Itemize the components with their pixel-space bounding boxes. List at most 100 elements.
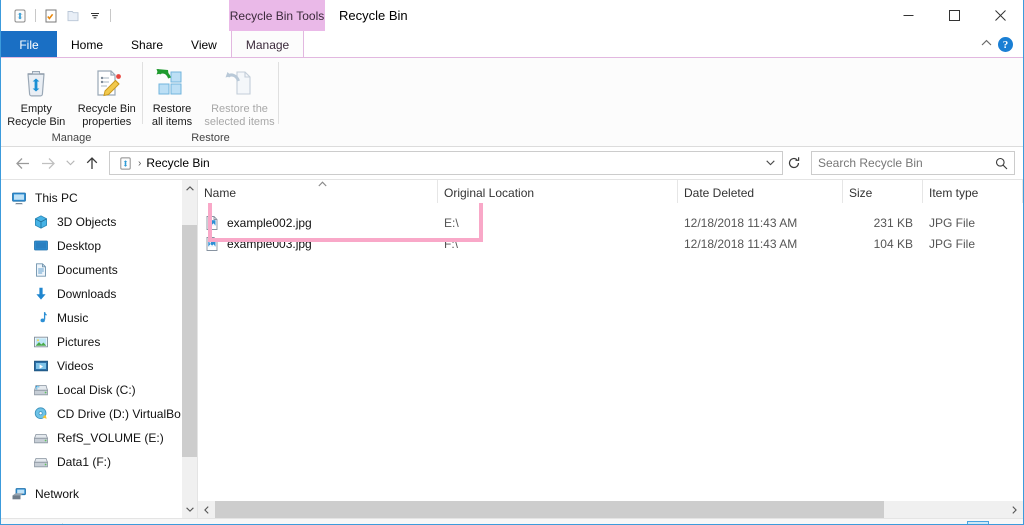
hscroll-left-button[interactable] <box>198 501 215 519</box>
recent-locations-button[interactable] <box>61 150 79 176</box>
3d-objects-icon <box>31 214 51 230</box>
empty-recycle-bin-button[interactable]: Empty Recycle Bin <box>1 62 72 129</box>
table-row[interactable]: example003.jpg F:\ 12/18/2018 11:43 AM 1… <box>198 233 1023 254</box>
breadcrumb[interactable]: › Recycle Bin <box>114 156 214 171</box>
file-rows[interactable]: example002.jpg E:\ 12/18/2018 11:43 AM 2… <box>198 203 1023 500</box>
column-header-original-location-label: Original Location <box>444 186 535 200</box>
nav-item-pictures[interactable]: Pictures <box>1 330 181 354</box>
nav-scroll-track[interactable] <box>181 197 198 501</box>
search-icon[interactable] <box>995 157 1008 170</box>
restore-selected-items-label: Restore the selected items <box>204 103 275 128</box>
file-list-horizontal-scrollbar[interactable] <box>198 500 1023 519</box>
restore-all-items-button[interactable]: Restore all items <box>143 62 201 129</box>
back-button[interactable] <box>9 150 35 176</box>
nav-pane-scrollbar[interactable] <box>181 180 198 518</box>
close-button[interactable] <box>977 0 1023 31</box>
hscroll-right-button[interactable] <box>1006 501 1023 519</box>
restore-selected-items-button[interactable]: Restore the selected items <box>201 62 278 129</box>
nav-item-music[interactable]: Music <box>1 306 181 330</box>
nav-item-downloads[interactable]: Downloads <box>1 282 181 306</box>
this-pc-icon <box>9 190 29 206</box>
refresh-button[interactable] <box>783 151 805 175</box>
breadcrumb-bar[interactable]: › Recycle Bin <box>109 151 783 175</box>
search-box[interactable] <box>811 151 1015 175</box>
view-mode-buttons <box>967 521 1019 524</box>
nav-item-cd-drive-d[interactable]: CD Drive (D:) VirtualBox G <box>1 402 181 426</box>
help-icon[interactable]: ? <box>998 37 1013 52</box>
nav-item-network[interactable]: Network <box>1 482 181 506</box>
column-header-name[interactable]: Name <box>198 180 438 203</box>
recycle-bin-properties-icon <box>90 65 124 101</box>
title-bar: Recycle Bin Tools Recycle Bin <box>1 0 1023 31</box>
column-header-original-location[interactable]: Original Location <box>438 180 678 203</box>
tab-share[interactable]: Share <box>117 31 177 58</box>
nav-item-3d-objects[interactable]: 3D Objects <box>1 210 181 234</box>
recycle-bin-properties-button[interactable]: Recycle Bin properties <box>72 62 143 129</box>
tab-view[interactable]: View <box>177 31 231 58</box>
recycle-bin-icon[interactable] <box>9 5 31 27</box>
nav-item-this-pc[interactable]: This PC <box>1 186 181 210</box>
restore-selected-items-icon <box>223 65 257 101</box>
hscroll-thumb[interactable] <box>215 500 884 519</box>
nav-item-refs-volume-e[interactable]: RefS_VOLUME (E:) <box>1 426 181 450</box>
column-header-item-type[interactable]: Item type <box>923 180 1023 203</box>
column-header-size[interactable]: Size <box>843 180 923 203</box>
nav-item-videos[interactable]: Videos <box>1 354 181 378</box>
up-button[interactable] <box>79 150 105 176</box>
jpg-file-icon <box>204 215 220 231</box>
large-icons-view-button[interactable] <box>991 521 1013 524</box>
network-icon <box>9 486 29 502</box>
collapse-ribbon-button[interactable] <box>981 39 992 50</box>
ribbon-group-restore: Restore all items Restore the selected i… <box>143 58 278 147</box>
customize-dropdown-icon[interactable] <box>84 5 106 27</box>
nav-scroll-down-button[interactable] <box>181 501 198 518</box>
cell-original-location: F:\ <box>444 236 458 251</box>
nav-item-label: Documents <box>57 263 118 277</box>
tab-manage[interactable]: Manage <box>230 31 305 58</box>
nav-item-label: Videos <box>57 359 94 373</box>
nav-item-data1-f[interactable]: Data1 (F:) <box>1 450 181 474</box>
nav-item-desktop[interactable]: Desktop <box>1 234 181 258</box>
forward-button[interactable] <box>35 150 61 176</box>
window-controls <box>885 0 1023 31</box>
maximize-button[interactable] <box>931 0 977 31</box>
restore-all-items-icon <box>155 65 189 101</box>
nav-scroll-up-button[interactable] <box>181 180 198 197</box>
nav-item-label: Network <box>35 487 80 501</box>
breadcrumb-dropdown-button[interactable] <box>760 152 780 174</box>
cell-name[interactable]: example003.jpg <box>198 236 438 252</box>
search-input[interactable] <box>818 156 995 170</box>
ribbon-group-manage: Empty Recycle Bin Recycle Bin properties… <box>1 58 142 147</box>
file-name-label: example003.jpg <box>227 236 312 251</box>
nav-item-label: RefS_VOLUME (E:) <box>57 431 164 445</box>
table-row[interactable]: example002.jpg E:\ 12/18/2018 11:43 AM 2… <box>198 212 1023 233</box>
cell-date-deleted: 12/18/2018 11:43 AM <box>684 236 798 251</box>
nav-item-label: This PC <box>35 191 78 205</box>
file-list-pane: Name Original Location Date Deleted Size… <box>197 180 1023 519</box>
tab-home[interactable]: Home <box>57 31 117 58</box>
column-header-date-deleted[interactable]: Date Deleted <box>678 180 843 203</box>
drive-icon <box>31 430 51 446</box>
nav-item-local-disk-c[interactable]: Local Disk (C:) <box>1 378 181 402</box>
new-folder-icon[interactable] <box>62 5 84 27</box>
local-disk-icon <box>31 382 51 398</box>
cell-name[interactable]: example002.jpg <box>198 215 438 231</box>
nav-scroll-thumb[interactable] <box>181 225 198 457</box>
properties-icon[interactable] <box>40 5 62 27</box>
nav-item-documents[interactable]: Documents <box>1 258 181 282</box>
tab-file[interactable]: File <box>1 31 57 58</box>
ribbon-right-controls: ? <box>981 31 1023 58</box>
minimize-button[interactable] <box>885 0 931 31</box>
navigation-pane[interactable]: This PC 3D Objects Desktop Documents Dow… <box>1 180 181 518</box>
details-view-button[interactable] <box>967 521 989 524</box>
qat-separator-1 <box>35 9 36 22</box>
documents-icon <box>31 262 51 278</box>
jpg-file-icon <box>204 236 220 252</box>
ribbon-group-restore-items: Restore all items Restore the selected i… <box>143 58 278 129</box>
sort-ascending-icon <box>318 180 327 189</box>
breadcrumb-separator: › <box>138 157 142 169</box>
file-explorer-window: Recycle Bin Tools Recycle Bin File Home … <box>0 0 1024 525</box>
empty-recycle-bin-label: Empty Recycle Bin <box>7 103 66 128</box>
videos-icon <box>31 358 51 374</box>
hscroll-track[interactable] <box>215 500 1006 519</box>
